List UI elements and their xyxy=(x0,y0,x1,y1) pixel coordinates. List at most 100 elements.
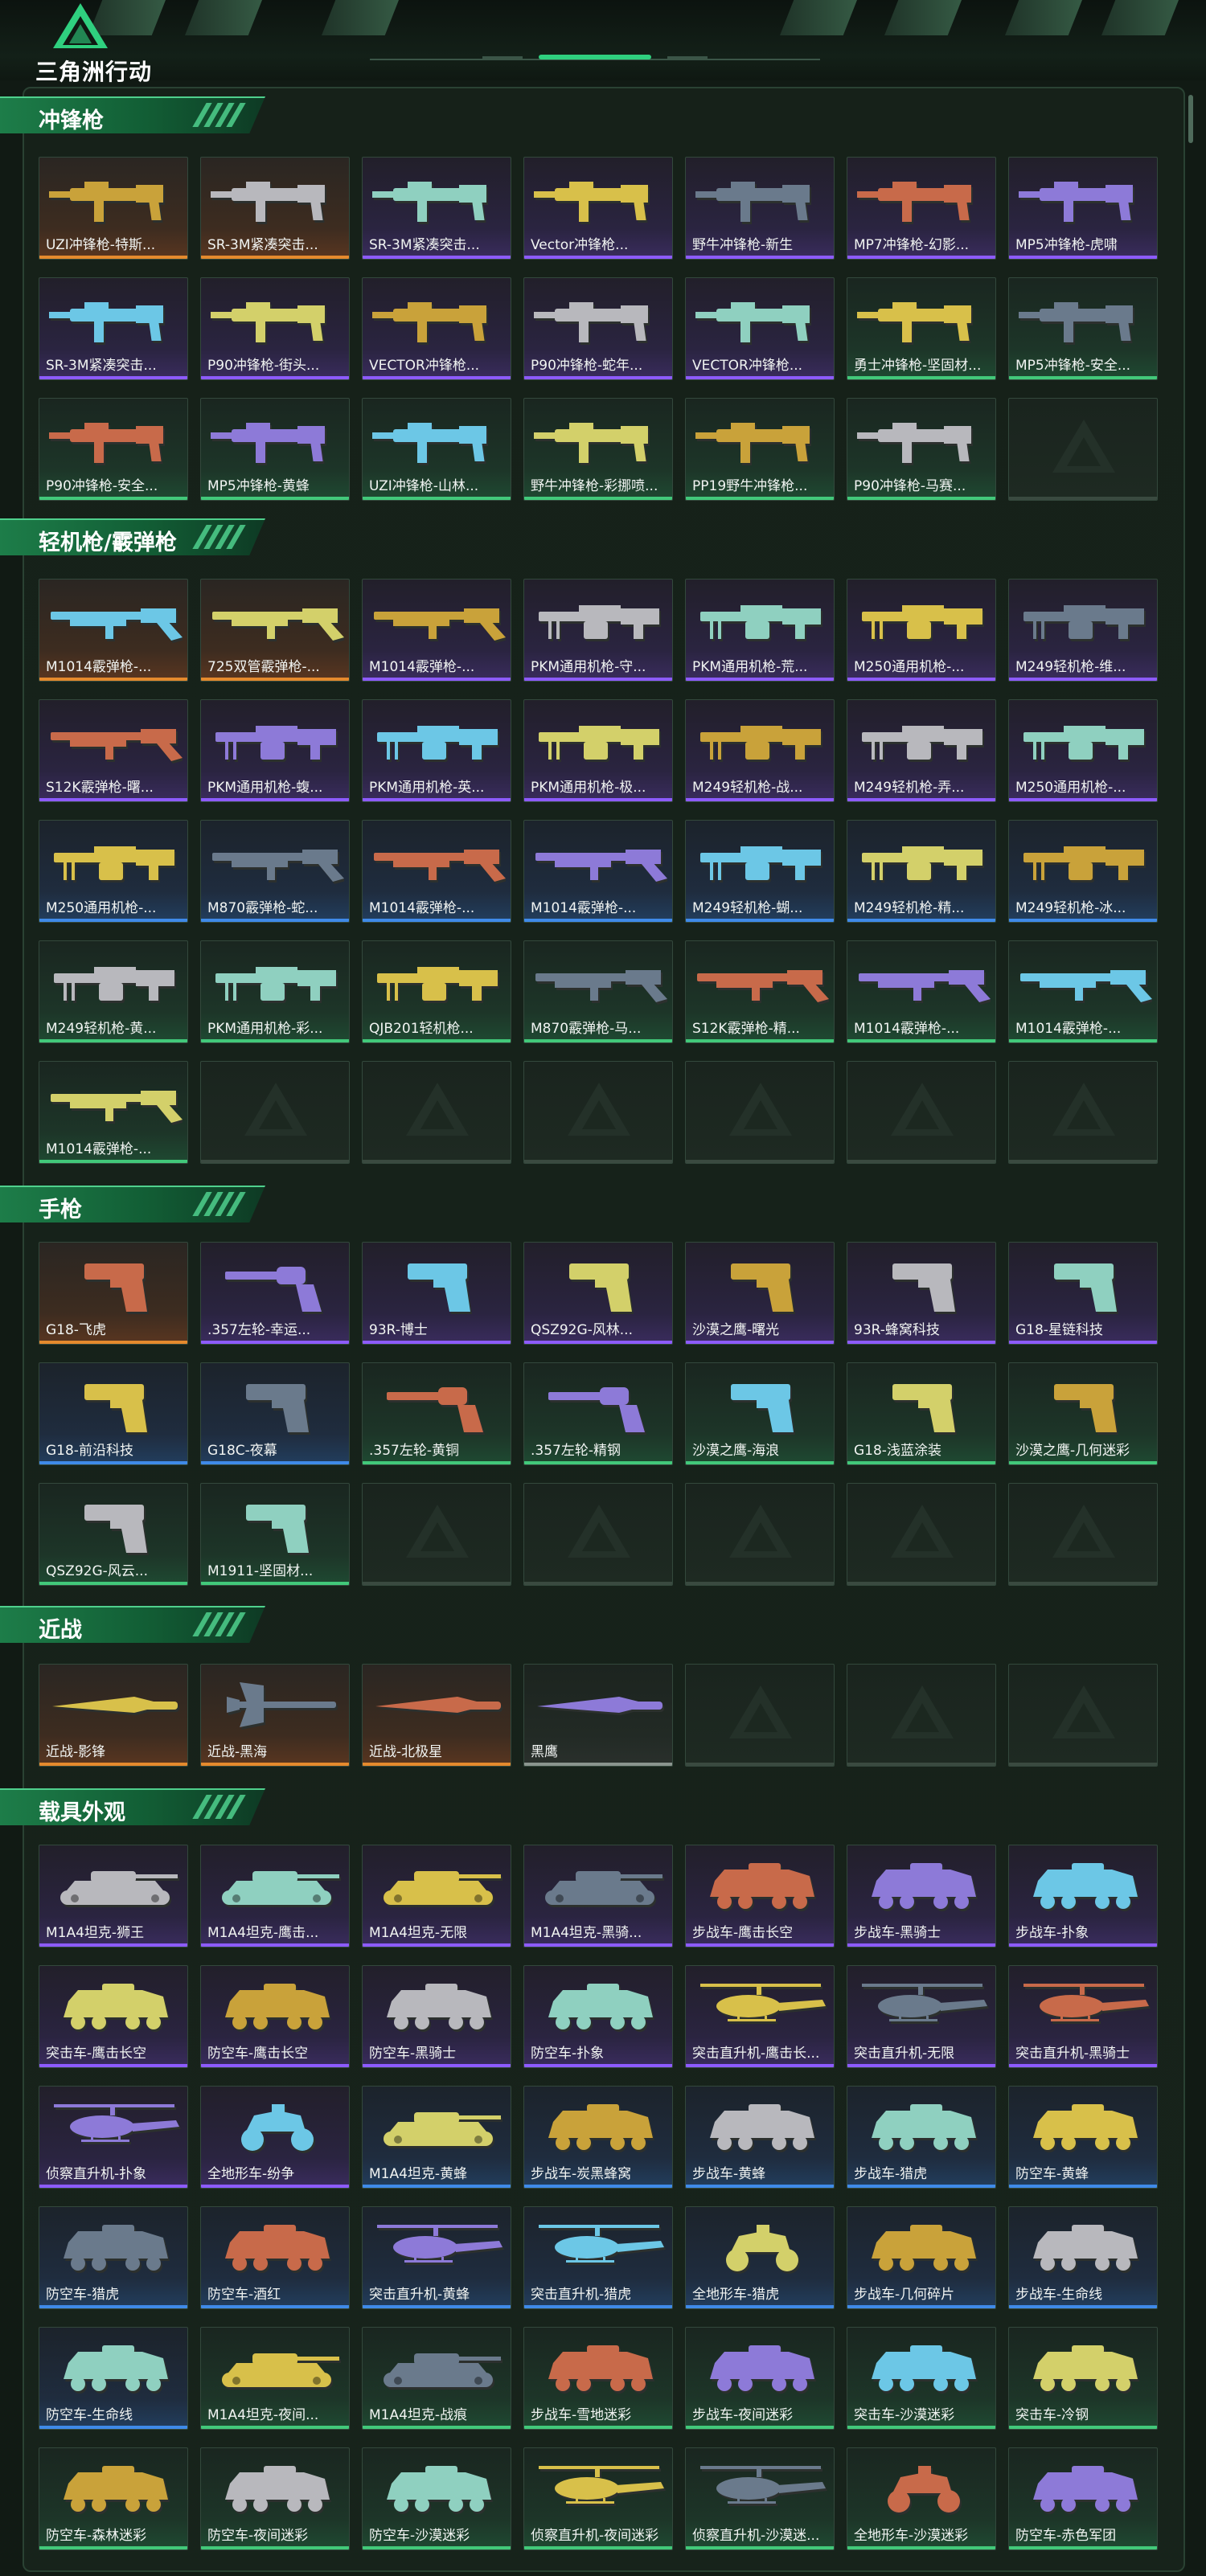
item-card[interactable]: 野牛冲锋枪-彩挪喷... xyxy=(523,398,673,501)
item-card[interactable]: 突击直升机-鹰击长... xyxy=(685,1965,835,2068)
item-card[interactable]: 野牛冲锋枪-新生 xyxy=(685,157,835,260)
item-card[interactable]: P90冲锋枪-安全... xyxy=(39,398,188,501)
item-card[interactable]: 防空车-猎虎 xyxy=(39,2206,188,2309)
item-card[interactable]: 侦察直升机-扑象 xyxy=(39,2086,188,2189)
item-card[interactable]: PKM通用机枪-守... xyxy=(523,579,673,682)
item-card[interactable]: M1A4坦克-夜间... xyxy=(200,2327,350,2430)
item-card[interactable]: 防空车-黄蜂 xyxy=(1008,2086,1158,2189)
item-card[interactable]: M1A4坦克-战痕 xyxy=(362,2327,511,2430)
item-card[interactable]: .357左轮-黄铜 xyxy=(362,1362,511,1465)
item-card[interactable]: G18-前沿科技 xyxy=(39,1362,188,1465)
item-card[interactable]: M249轻机枪-战... xyxy=(685,699,835,802)
item-card[interactable]: PKM通用机枪-蝮... xyxy=(200,699,350,802)
item-card[interactable]: 步战车-生命线 xyxy=(1008,2206,1158,2309)
item-card[interactable]: M249轻机枪-蝴... xyxy=(685,820,835,923)
item-card[interactable]: M1A4坦克-无限 xyxy=(362,1845,511,1947)
item-card[interactable]: M1014霰弹枪-... xyxy=(39,1061,188,1164)
item-card[interactable]: M249轻机枪-弄... xyxy=(847,699,996,802)
item-card[interactable]: 防空车-黑骑士 xyxy=(362,1965,511,2068)
item-card[interactable]: M1014霰弹枪-... xyxy=(362,820,511,923)
item-card[interactable]: M1014霰弹枪-... xyxy=(39,579,188,682)
item-card[interactable]: M250通用机枪-... xyxy=(847,579,996,682)
item-card[interactable]: PP19野牛冲锋枪... xyxy=(685,398,835,501)
item-card[interactable]: 防空车-生命线 xyxy=(39,2327,188,2430)
item-card[interactable]: M250通用机枪-... xyxy=(1008,699,1158,802)
item-card[interactable]: MP5冲锋枪-虎啸 xyxy=(1008,157,1158,260)
item-card[interactable]: 步战车-黑骑士 xyxy=(847,1845,996,1947)
item-card[interactable]: Vector冲锋枪... xyxy=(523,157,673,260)
item-card[interactable]: 全地形车-沙漠迷彩 xyxy=(847,2447,996,2550)
item-card[interactable]: PKM通用机枪-彩... xyxy=(200,940,350,1043)
scrollbar-track[interactable] xyxy=(1187,87,1195,2572)
item-card[interactable]: 步战车-鹰击长空 xyxy=(685,1845,835,1947)
item-card[interactable]: SR-3M紧凑突击... xyxy=(200,157,350,260)
item-card[interactable]: 防空车-酒红 xyxy=(200,2206,350,2309)
item-card[interactable]: M870霰弹枪-蛇... xyxy=(200,820,350,923)
item-card[interactable]: S12K霰弹枪-曙... xyxy=(39,699,188,802)
item-card[interactable]: 防空车-沙漠迷彩 xyxy=(362,2447,511,2550)
item-card[interactable]: 725双管霰弹枪-... xyxy=(200,579,350,682)
item-card[interactable]: S12K霰弹枪-精... xyxy=(685,940,835,1043)
item-card[interactable]: M870霰弹枪-马... xyxy=(523,940,673,1043)
item-card[interactable]: M249轻机枪-精... xyxy=(847,820,996,923)
item-card[interactable]: SR-3M紧凑突击... xyxy=(362,157,511,260)
item-card[interactable]: SR-3M紧凑突击... xyxy=(39,277,188,380)
item-card[interactable]: MP5冲锋枪-黄蜂 xyxy=(200,398,350,501)
item-card[interactable]: M250通用机枪-... xyxy=(39,820,188,923)
item-card[interactable]: 步战车-炭黑蜂窝 xyxy=(523,2086,673,2189)
item-card[interactable]: .357左轮-精钢 xyxy=(523,1362,673,1465)
item-card[interactable]: QSZ92G-风云... xyxy=(39,1483,188,1586)
item-card[interactable]: UZI冲锋枪-特斯... xyxy=(39,157,188,260)
item-card[interactable]: 侦察直升机-夜间迷彩 xyxy=(523,2447,673,2550)
item-card[interactable]: G18C-夜幕 xyxy=(200,1362,350,1465)
item-card[interactable]: 沙漠之鹰-几何迷彩 xyxy=(1008,1362,1158,1465)
item-card[interactable]: M1A4坦克-狮王 xyxy=(39,1845,188,1947)
item-card[interactable]: PKM通用机枪-极... xyxy=(523,699,673,802)
item-card[interactable]: P90冲锋枪-马赛... xyxy=(847,398,996,501)
item-card[interactable]: M1014霰弹枪-... xyxy=(362,579,511,682)
item-card[interactable]: 步战车-几何碎片 xyxy=(847,2206,996,2309)
item-card[interactable]: 步战车-雪地迷彩 xyxy=(523,2327,673,2430)
item-card[interactable]: 步战车-猎虎 xyxy=(847,2086,996,2189)
item-card[interactable]: 突击直升机-猎虎 xyxy=(523,2206,673,2309)
item-card[interactable]: 93R-博士 xyxy=(362,1242,511,1345)
item-card[interactable]: 黑鹰 xyxy=(523,1664,673,1767)
item-card[interactable]: 步战车-夜间迷彩 xyxy=(685,2327,835,2430)
item-card[interactable]: G18-飞虎 xyxy=(39,1242,188,1345)
item-card[interactable]: 防空车-赤色军团 xyxy=(1008,2447,1158,2550)
item-card[interactable]: M249轻机枪-维... xyxy=(1008,579,1158,682)
item-card[interactable]: M1A4坦克-黄蜂 xyxy=(362,2086,511,2189)
item-card[interactable]: 93R-蜂窝科技 xyxy=(847,1242,996,1345)
item-card[interactable]: P90冲锋枪-蛇年... xyxy=(523,277,673,380)
item-card[interactable]: 近战-北极星 xyxy=(362,1664,511,1767)
item-card[interactable]: 突击直升机-无限 xyxy=(847,1965,996,2068)
item-card[interactable]: MP5冲锋枪-安全... xyxy=(1008,277,1158,380)
item-card[interactable]: VECTOR冲锋枪... xyxy=(685,277,835,380)
item-card[interactable]: 防空车-夜间迷彩 xyxy=(200,2447,350,2550)
item-card[interactable]: 步战车-扑象 xyxy=(1008,1845,1158,1947)
item-card[interactable]: QSZ92G-风林... xyxy=(523,1242,673,1345)
scrollbar-thumb[interactable] xyxy=(1188,95,1193,143)
item-card[interactable]: 防空车-鹰击长空 xyxy=(200,1965,350,2068)
item-card[interactable]: VECTOR冲锋枪... xyxy=(362,277,511,380)
item-card[interactable]: 近战-影锋 xyxy=(39,1664,188,1767)
item-card[interactable]: 防空车-森林迷彩 xyxy=(39,2447,188,2550)
item-card[interactable]: M1014霰弹枪-... xyxy=(847,940,996,1043)
item-card[interactable]: 侦察直升机-沙漠迷... xyxy=(685,2447,835,2550)
item-card[interactable]: M249轻机枪-黄... xyxy=(39,940,188,1043)
item-card[interactable]: 近战-黑海 xyxy=(200,1664,350,1767)
item-card[interactable]: M1A4坦克-鹰击... xyxy=(200,1845,350,1947)
item-card[interactable]: QJB201轻机枪... xyxy=(362,940,511,1043)
item-card[interactable]: M1014霰弹枪-... xyxy=(523,820,673,923)
item-card[interactable]: PKM通用机枪-英... xyxy=(362,699,511,802)
item-card[interactable]: M1911-坚固材... xyxy=(200,1483,350,1586)
item-card[interactable]: 沙漠之鹰-曙光 xyxy=(685,1242,835,1345)
item-card[interactable]: .357左轮-幸运... xyxy=(200,1242,350,1345)
item-card[interactable]: M1A4坦克-黑骑... xyxy=(523,1845,673,1947)
item-card[interactable]: 突击车-冷钢 xyxy=(1008,2327,1158,2430)
item-card[interactable]: 突击直升机-黑骑士 xyxy=(1008,1965,1158,2068)
item-card[interactable]: 全地形车-纷争 xyxy=(200,2086,350,2189)
item-card[interactable]: 突击直升机-黄蜂 xyxy=(362,2206,511,2309)
item-card[interactable]: G18-星链科技 xyxy=(1008,1242,1158,1345)
item-card[interactable]: 沙漠之鹰-海浪 xyxy=(685,1362,835,1465)
